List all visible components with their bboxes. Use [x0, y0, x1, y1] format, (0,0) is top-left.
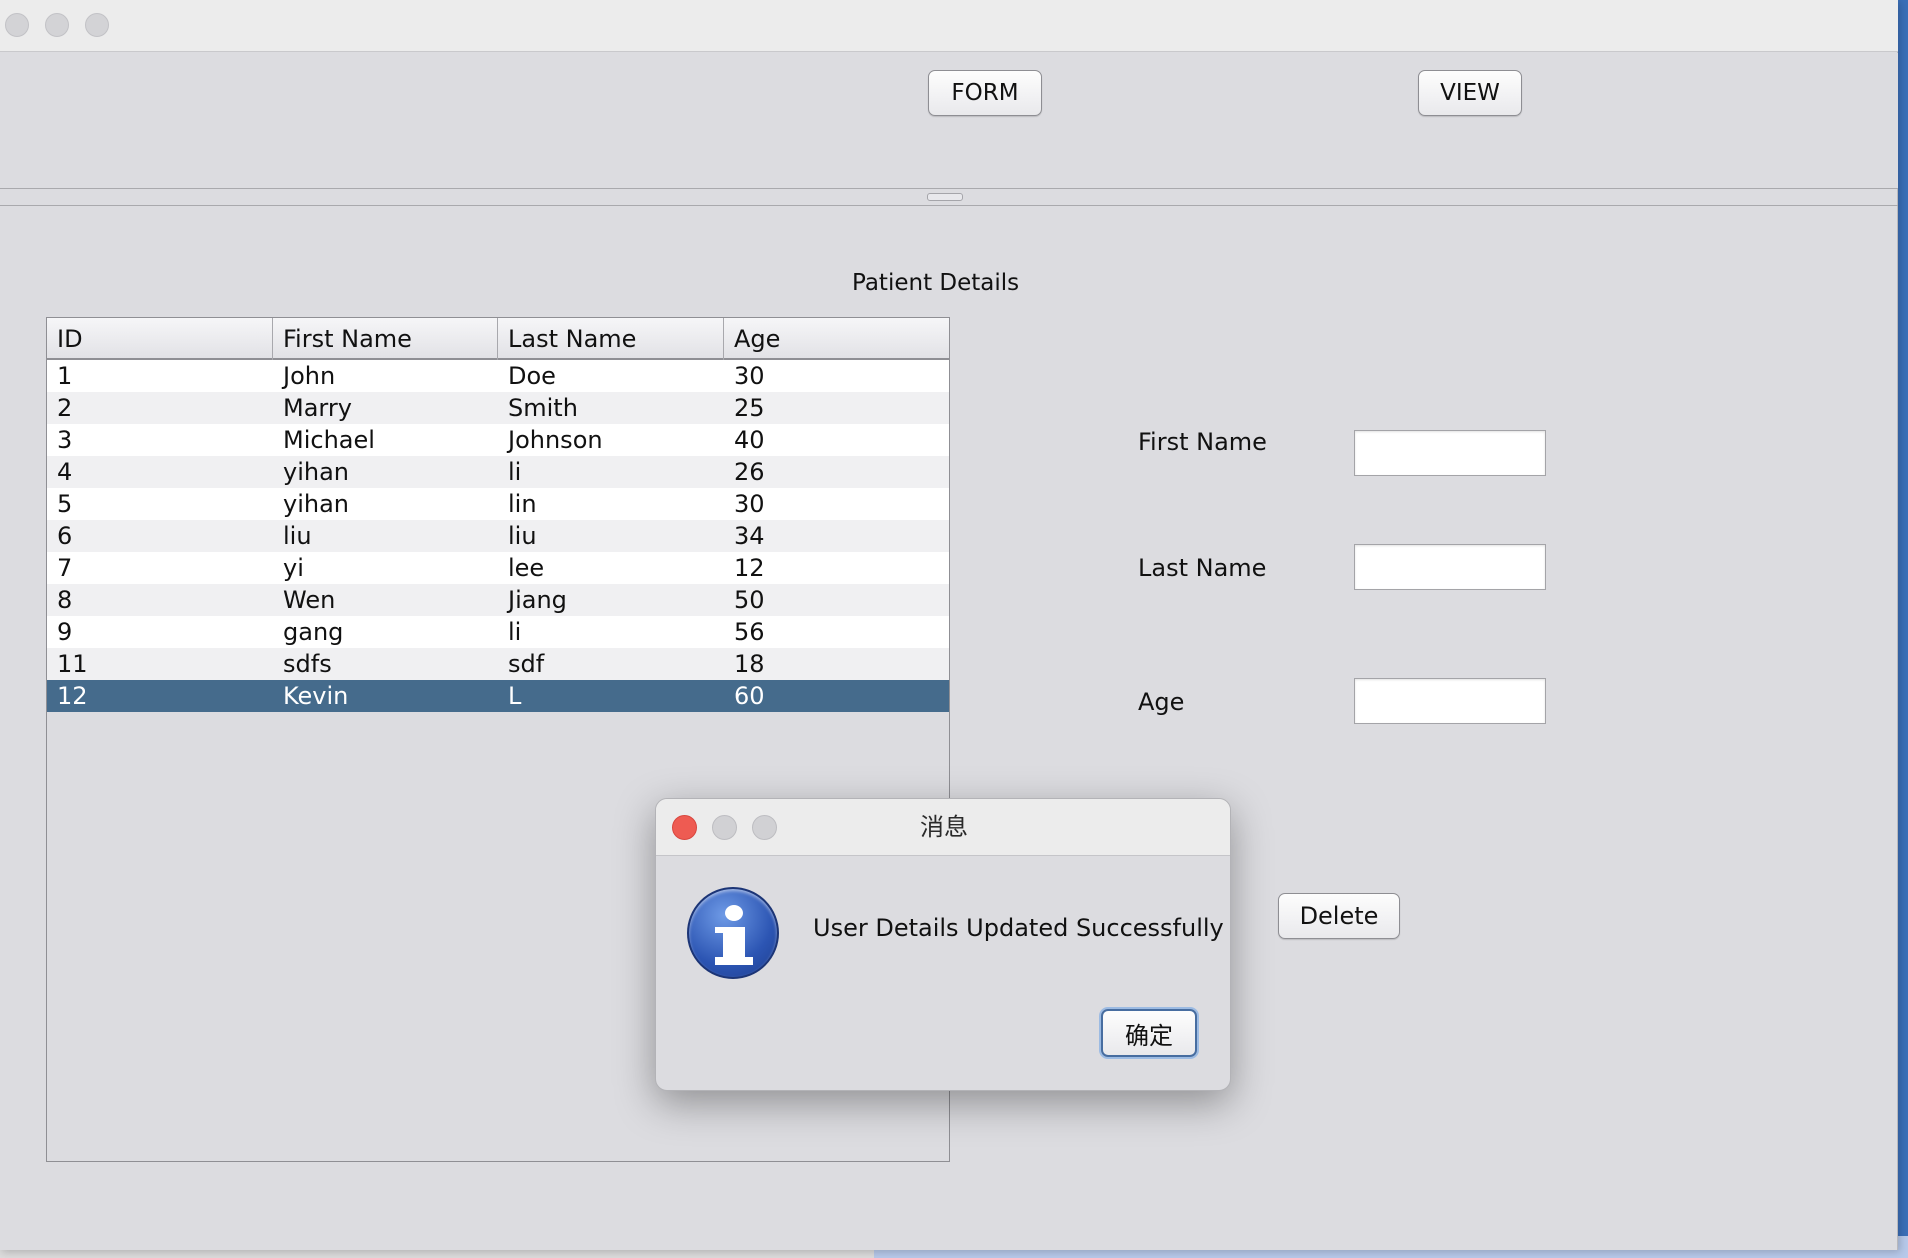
table-row[interactable]: 2 Marry Smith 25 [47, 392, 949, 424]
table-cell: li [508, 618, 522, 646]
last-name-label: Last Name [1138, 554, 1267, 582]
table-cell: 5 [57, 490, 73, 518]
table-cell: 50 [734, 586, 765, 614]
table-cell: 7 [57, 554, 73, 582]
table-cell: 12 [734, 554, 765, 582]
last-name-field[interactable] [1354, 544, 1546, 590]
dialog-titlebar: 消息 [656, 799, 1230, 856]
close-window-icon[interactable] [5, 13, 29, 37]
table-cell: John [283, 362, 336, 390]
main-window: FORM VIEW Patient Details ID First Name … [0, 0, 1898, 1250]
view-button[interactable]: VIEW [1418, 70, 1522, 116]
table-cell: lee [508, 554, 545, 582]
table-cell: gang [283, 618, 344, 646]
age-field[interactable] [1354, 678, 1546, 724]
table-cell: 2 [57, 394, 73, 422]
table-cell: 56 [734, 618, 765, 646]
top-panel: FORM VIEW [0, 53, 1898, 189]
table-row[interactable]: 1 John Doe 30 [47, 360, 949, 392]
table-cell: Kevin [283, 682, 349, 710]
table-cell: liu [283, 522, 312, 550]
table-cell: L [508, 682, 522, 710]
table-cell: 6 [57, 522, 73, 550]
dialog-title: 消息 [920, 813, 968, 841]
table-cell: 60 [734, 682, 765, 710]
table-cell: 1 [57, 362, 73, 390]
ok-button[interactable]: 确定 [1101, 1009, 1197, 1057]
message-dialog: 消息 User Details Updated Successfully 确定 [655, 798, 1231, 1091]
table-cell: 25 [734, 394, 765, 422]
table-cell: 3 [57, 426, 73, 454]
table-row[interactable]: 3 Michael Johnson 40 [47, 424, 949, 456]
table-cell: 8 [57, 586, 73, 614]
table-cell: 30 [734, 362, 765, 390]
table-row[interactable]: 12 Kevin L 60 [47, 680, 949, 712]
table-body: 1 John Doe 30 2 Marry Smith 25 3 Michael Johnson 40… [47, 360, 949, 712]
column-header-first-name[interactable]: First Name [273, 318, 498, 360]
split-pane-divider-handle[interactable] [927, 193, 963, 201]
table-cell: yihan [283, 490, 349, 518]
table-cell: Smith [508, 394, 578, 422]
table-cell: Johnson [508, 426, 603, 454]
info-icon [687, 887, 779, 979]
dialog-message: User Details Updated Successfully [813, 914, 1224, 942]
table-cell: sdfs [283, 650, 332, 678]
table-cell: 34 [734, 522, 765, 550]
table-cell: 18 [734, 650, 765, 678]
table-row[interactable]: 9 gang li 56 [47, 616, 949, 648]
table-cell: yihan [283, 458, 349, 486]
form-button[interactable]: FORM [928, 70, 1042, 116]
zoom-window-icon[interactable] [85, 13, 109, 37]
table-row[interactable]: 5 yihan lin 30 [47, 488, 949, 520]
table-cell: 40 [734, 426, 765, 454]
table-cell: 4 [57, 458, 73, 486]
table-row[interactable]: 7 yi lee 12 [47, 552, 949, 584]
minimize-window-icon[interactable] [45, 13, 69, 37]
table-cell: 9 [57, 618, 73, 646]
window-titlebar [0, 0, 1898, 52]
delete-button[interactable]: Delete [1278, 893, 1400, 939]
table-row[interactable]: 4 yihan li 26 [47, 456, 949, 488]
table-cell: li [508, 458, 522, 486]
table-cell: lin [508, 490, 537, 518]
age-label: Age [1138, 688, 1185, 716]
table-cell: sdf [508, 650, 545, 678]
table-row[interactable]: 8 Wen Jiang 50 [47, 584, 949, 616]
table-row[interactable]: 6 liu liu 34 [47, 520, 949, 552]
table-cell: yi [283, 554, 304, 582]
first-name-field[interactable] [1354, 430, 1546, 476]
table-cell: Michael [283, 426, 375, 454]
column-header-age[interactable]: Age [724, 318, 949, 360]
split-pane-divider [0, 205, 1898, 206]
table-cell: Doe [508, 362, 556, 390]
table-cell: Jiang [508, 586, 567, 614]
table-cell: 30 [734, 490, 765, 518]
table-cell: Marry [283, 394, 352, 422]
table-cell: 26 [734, 458, 765, 486]
table-cell: 12 [57, 682, 88, 710]
table-cell: 11 [57, 650, 88, 678]
column-header-last-name[interactable]: Last Name [498, 318, 724, 360]
first-name-label: First Name [1138, 428, 1267, 456]
column-header-id[interactable]: ID [47, 318, 273, 360]
table-row[interactable]: 11 sdfs sdf 18 [47, 648, 949, 680]
table-cell: liu [508, 522, 537, 550]
table-cell: Wen [283, 586, 336, 614]
table-header: ID First Name Last Name Age [47, 318, 949, 360]
panel-title: Patient Details [852, 270, 1020, 296]
